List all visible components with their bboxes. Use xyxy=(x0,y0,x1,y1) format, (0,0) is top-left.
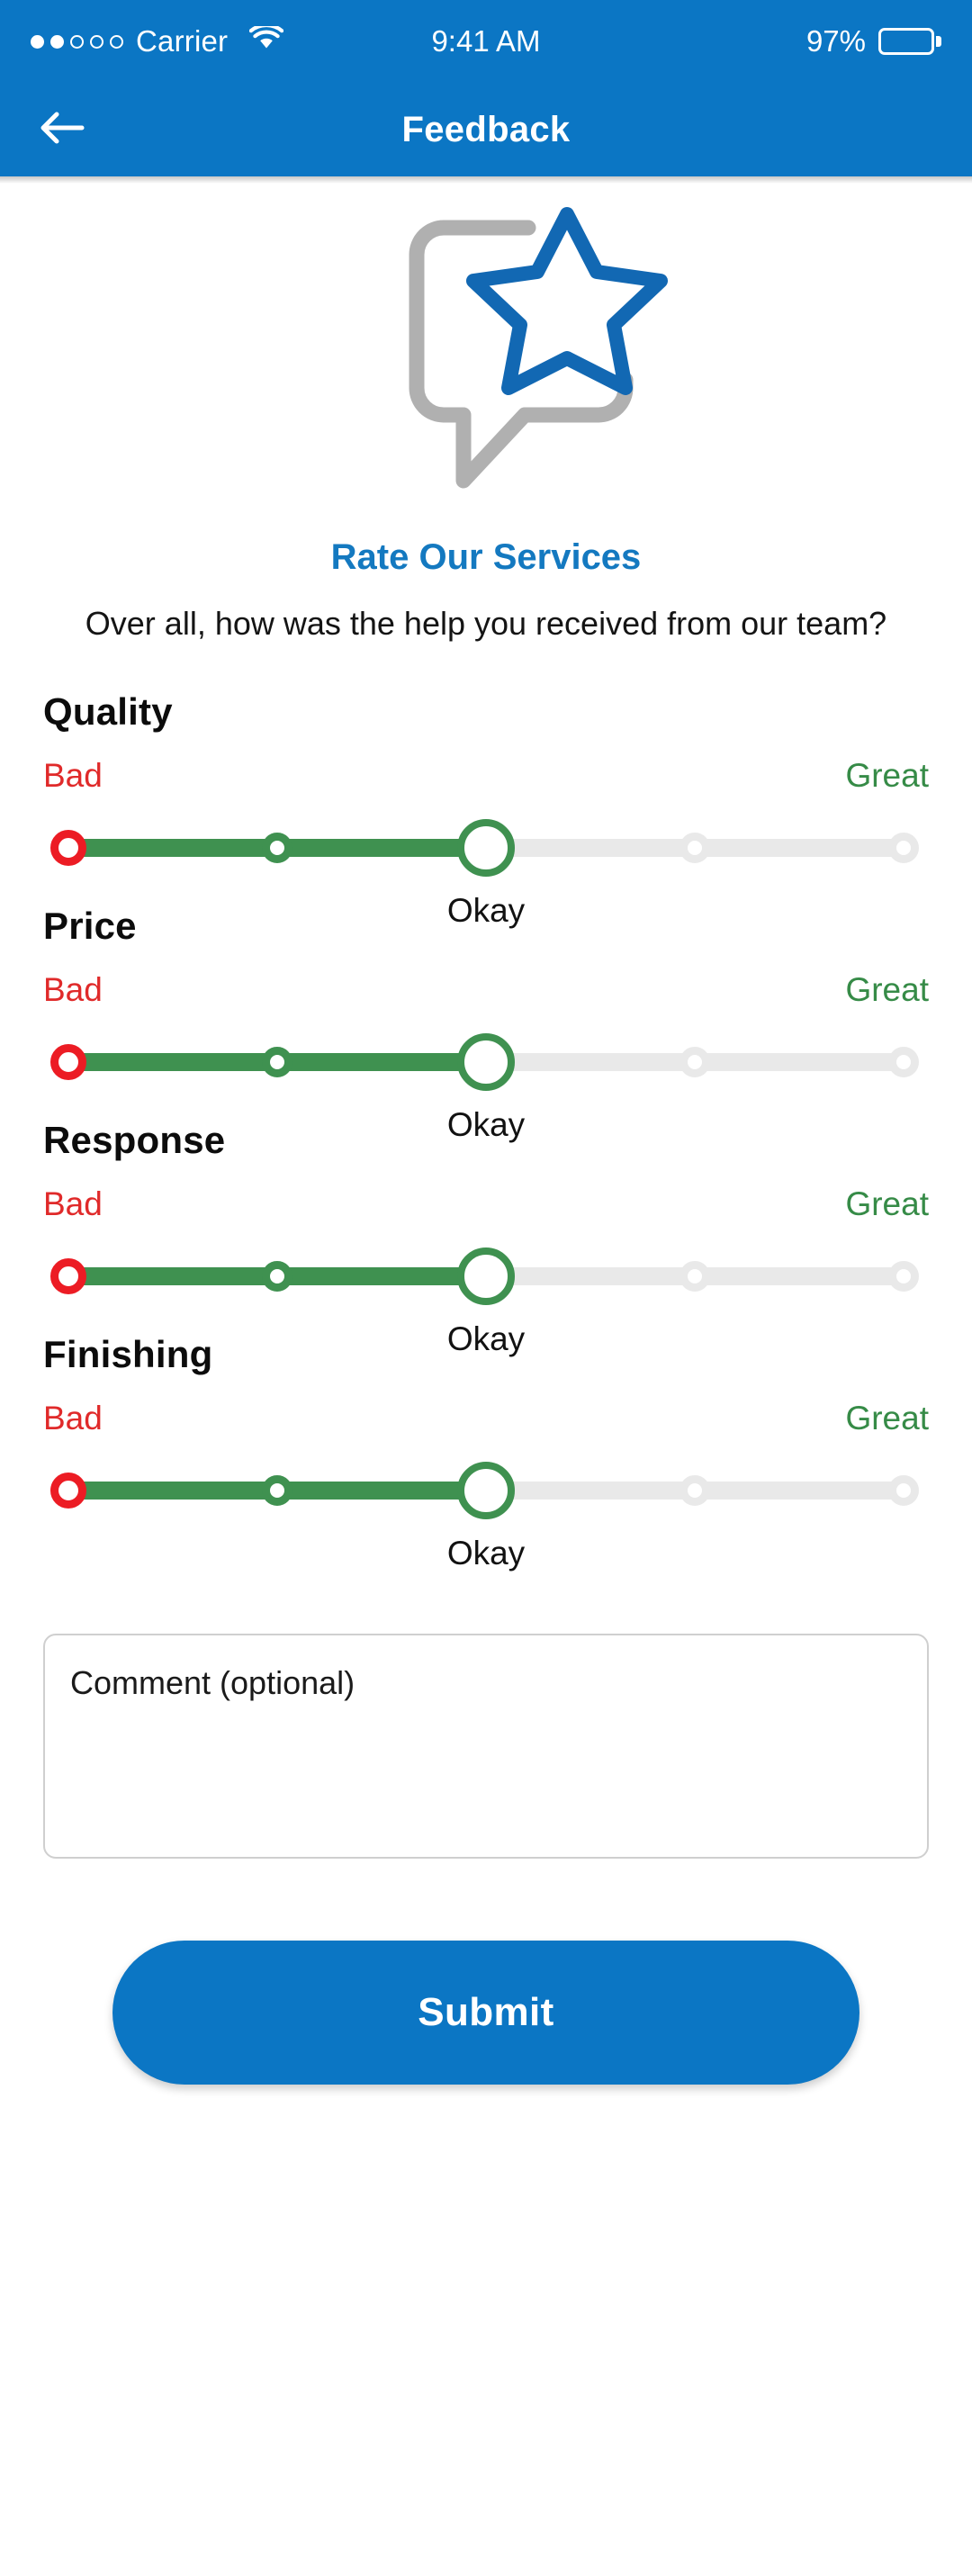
slider-tick-3[interactable] xyxy=(680,833,710,864)
hero-illustration xyxy=(43,184,929,528)
page-title: Feedback xyxy=(401,109,571,149)
slider-tick-0[interactable] xyxy=(50,830,86,867)
scale-end-labels: Bad Great xyxy=(43,757,929,795)
scale-end-labels: Bad Great xyxy=(43,971,929,1009)
slider-tick-4[interactable] xyxy=(888,1261,919,1293)
scale-max-label: Great xyxy=(845,757,929,795)
slider-tick-4[interactable] xyxy=(888,1047,919,1078)
slider-thumb[interactable] xyxy=(457,1462,515,1520)
rating-slider[interactable]: Okay xyxy=(50,809,919,929)
status-bar-right: 97% xyxy=(806,24,941,59)
battery-icon xyxy=(878,28,941,55)
scale-end-labels: Bad Great xyxy=(43,1185,929,1223)
status-bar-left: Carrier xyxy=(31,23,284,59)
speech-bubble-with-star-icon xyxy=(292,203,680,523)
slider-tick-1[interactable] xyxy=(262,1261,292,1293)
rating-value-label: Okay xyxy=(446,1106,526,1144)
scale-min-label: Bad xyxy=(43,1185,103,1223)
wifi-icon xyxy=(248,23,284,59)
slider-thumb[interactable] xyxy=(457,1247,515,1306)
rating-block: Response Bad Great Okay xyxy=(43,1119,929,1357)
back-button[interactable] xyxy=(31,98,94,161)
rating-block: Price Bad Great Okay xyxy=(43,905,929,1143)
submit-area: Submit xyxy=(43,1941,929,2085)
slider-tick-1[interactable] xyxy=(262,1475,292,1507)
back-arrow-icon xyxy=(37,108,87,152)
rating-value-label: Okay xyxy=(446,1535,526,1572)
scale-min-label: Bad xyxy=(43,757,103,795)
scale-max-label: Great xyxy=(845,1400,929,1437)
navigation-bar: Feedback xyxy=(0,83,972,176)
navbar-shadow xyxy=(0,176,972,184)
slider-tick-3[interactable] xyxy=(680,1047,710,1078)
rating-block: Finishing Bad Great Okay xyxy=(43,1333,929,1572)
slider-tick-3[interactable] xyxy=(680,1475,710,1507)
comment-input[interactable] xyxy=(43,1634,929,1860)
slider-tick-4[interactable] xyxy=(888,833,919,864)
rating-title: Quality xyxy=(43,690,173,734)
rating-slider[interactable]: Okay xyxy=(50,1452,919,1572)
scale-max-label: Great xyxy=(845,971,929,1009)
scale-min-label: Bad xyxy=(43,1400,103,1437)
rating-value-label: Okay xyxy=(446,1320,526,1358)
submit-button[interactable]: Submit xyxy=(112,1941,860,2085)
slider-tick-3[interactable] xyxy=(680,1261,710,1293)
rating-slider[interactable]: Okay xyxy=(50,1238,919,1357)
slider-tick-0[interactable] xyxy=(50,1044,86,1081)
carrier-label: Carrier xyxy=(136,24,229,58)
slider-tick-0[interactable] xyxy=(50,1473,86,1509)
headline: Rate Our Services xyxy=(330,537,642,577)
battery-percent-label: 97% xyxy=(806,24,866,58)
slider-thumb[interactable] xyxy=(457,819,515,878)
scale-end-labels: Bad Great xyxy=(43,1400,929,1437)
slider-tick-1[interactable] xyxy=(262,1047,292,1078)
subheadline: Over all, how was the help you received … xyxy=(85,605,887,642)
slider-tick-4[interactable] xyxy=(888,1475,919,1507)
slider-thumb[interactable] xyxy=(457,1033,515,1092)
rating-block: Quality Bad Great Okay xyxy=(43,690,929,929)
rating-slider[interactable]: Okay xyxy=(50,1023,919,1143)
rating-value-label: Okay xyxy=(446,892,526,930)
ratings-list: Quality Bad Great Okay Price Bad Great O… xyxy=(43,690,929,1572)
scale-min-label: Bad xyxy=(43,971,103,1009)
slider-tick-1[interactable] xyxy=(262,833,292,864)
content-area: Rate Our Services Over all, how was the … xyxy=(0,184,972,2085)
scale-max-label: Great xyxy=(845,1185,929,1223)
signal-strength-icon xyxy=(31,34,123,49)
slider-tick-0[interactable] xyxy=(50,1258,86,1295)
status-bar: Carrier 9:41 AM 97% xyxy=(0,0,972,83)
